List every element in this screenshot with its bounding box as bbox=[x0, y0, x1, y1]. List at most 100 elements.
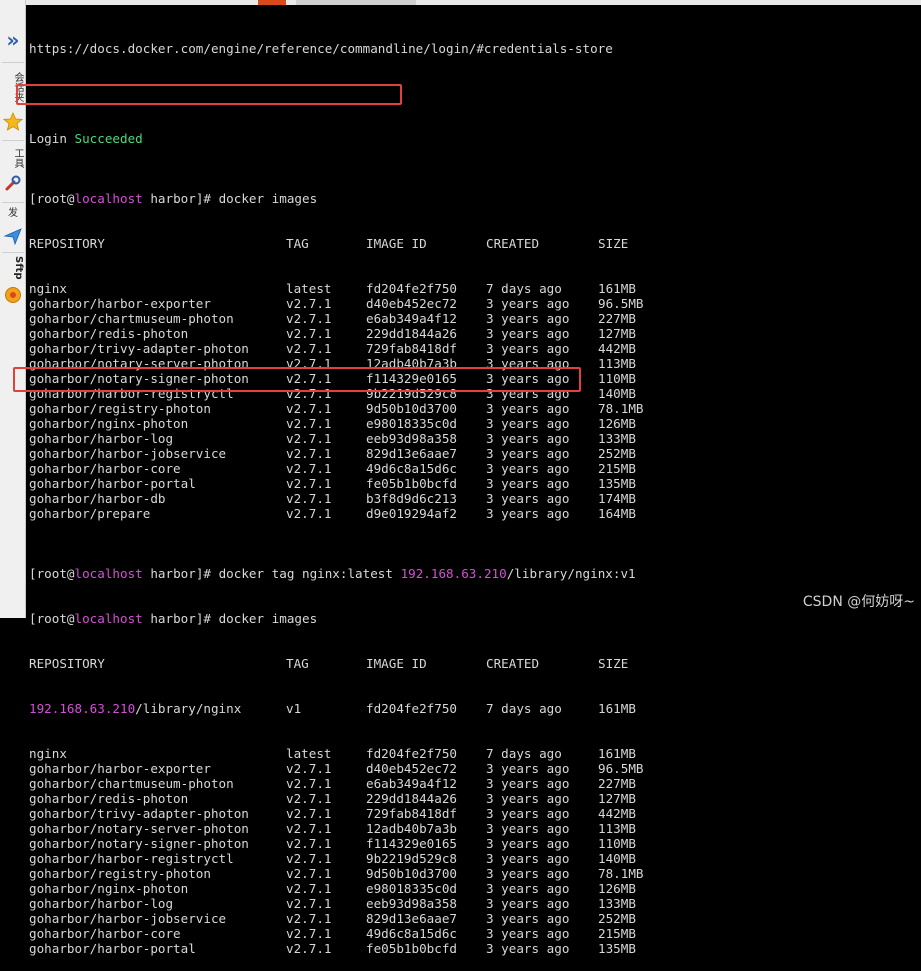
star-icon[interactable] bbox=[2, 111, 24, 134]
sftp-icon[interactable] bbox=[3, 286, 23, 306]
cell-size: 113MB bbox=[598, 356, 636, 371]
cell-size: 110MB bbox=[598, 836, 636, 851]
cell-image-id: f114329e0165 bbox=[366, 836, 457, 851]
table-row: goharbor/harbor-core v2.7.1 49d6c8a15d6c 3 … bbox=[29, 461, 915, 476]
cell-image-id: b3f8d9d6c213 bbox=[366, 491, 457, 506]
header-created: CREATED bbox=[486, 236, 540, 251]
cell-size: 127MB bbox=[598, 326, 636, 341]
table-row: goharbor/chartmuseum-photon v2.7.1 e6ab349… bbox=[29, 311, 915, 326]
prompt-close: harbor]# bbox=[142, 611, 219, 626]
cell-image-id: 49d6c8a15d6c bbox=[366, 461, 457, 476]
prompt-host: localhost bbox=[74, 191, 143, 206]
cell-size: 113MB bbox=[598, 821, 636, 836]
terminal-output[interactable]: https://docs.docker.com/engine/reference… bbox=[29, 11, 915, 971]
table-row: goharbor/harbor-registryctl v2.7.1 9b2219d… bbox=[29, 851, 915, 866]
browser-tab-icon[interactable] bbox=[258, 0, 286, 5]
table-row: goharbor/chartmuseum-photon v2.7.1 e6ab349… bbox=[29, 776, 915, 791]
prompt-host: localhost bbox=[74, 611, 143, 626]
sidebar-tools-label[interactable]: 工具 bbox=[3, 148, 23, 168]
cell-image-id: 9d50b10d3700 bbox=[366, 401, 457, 416]
header-created: CREATED bbox=[486, 656, 540, 671]
send-icon[interactable] bbox=[3, 226, 23, 248]
sidebar-send-label[interactable]: 发 bbox=[3, 208, 23, 219]
table-row: goharbor/harbor-jobservice v2.7.1 829d13e6… bbox=[29, 446, 915, 461]
cell-repository: goharbor/redis-photon bbox=[29, 326, 189, 341]
cell-size: 110MB bbox=[598, 371, 636, 386]
cell-created: 3 years ago bbox=[486, 296, 570, 311]
table-row: goharbor/harbor-jobservice v2.7.1 829d13e6… bbox=[29, 911, 915, 926]
cell-repository: goharbor/harbor-core bbox=[29, 461, 181, 476]
cell-size: 78.1MB bbox=[598, 401, 644, 416]
cell-tag: v2.7.1 bbox=[286, 926, 332, 941]
cell-size: 135MB bbox=[598, 941, 636, 956]
cell-tag: v2.7.1 bbox=[286, 941, 332, 956]
cell-repository: goharbor/harbor-jobservice bbox=[29, 911, 227, 926]
cell-created: 3 years ago bbox=[486, 896, 570, 911]
header-tag: TAG bbox=[286, 236, 309, 251]
table-row: nginx latest fd204fe2f750 7 days ago 161MB bbox=[29, 746, 915, 761]
cell-tag: v2.7.1 bbox=[286, 881, 332, 896]
cell-tag: v2.7.1 bbox=[286, 761, 332, 776]
cell-repository: goharbor/trivy-adapter-photon bbox=[29, 341, 249, 356]
browser-tab[interactable] bbox=[296, 0, 416, 5]
cell-image-id: 729fab8418df bbox=[366, 806, 457, 821]
header-repository: REPOSITORY bbox=[29, 656, 105, 671]
tagged-created: 7 days ago bbox=[486, 701, 562, 716]
expand-chevron-icon[interactable]: » bbox=[3, 30, 23, 50]
cell-size: 126MB bbox=[598, 416, 636, 431]
header-repository: REPOSITORY bbox=[29, 236, 105, 251]
cell-created: 3 years ago bbox=[486, 416, 570, 431]
cell-repository: goharbor/harbor-log bbox=[29, 896, 174, 911]
table-row: goharbor/nginx-photon v2.7.1 e98018335c0d 3… bbox=[29, 881, 915, 896]
cell-repository: nginx bbox=[29, 746, 67, 761]
cell-size: 227MB bbox=[598, 776, 636, 791]
command-ip: 192.168.63.210 bbox=[400, 566, 507, 581]
cell-tag: v2.7.1 bbox=[286, 296, 332, 311]
cell-created: 3 years ago bbox=[486, 461, 570, 476]
cell-image-id: 9b2219d529c8 bbox=[366, 851, 457, 866]
cell-created: 3 years ago bbox=[486, 776, 570, 791]
cell-tag: v2.7.1 bbox=[286, 461, 332, 476]
cell-image-id: e98018335c0d bbox=[366, 881, 457, 896]
table-row: goharbor/registry-photon v2.7.1 9d50b10d37… bbox=[29, 401, 915, 416]
table-row: goharbor/harbor-portal v2.7.1 fe05b1b0bcfd… bbox=[29, 476, 915, 491]
cell-created: 3 years ago bbox=[486, 431, 570, 446]
cell-repository: goharbor/redis-photon bbox=[29, 791, 189, 806]
cell-size: 252MB bbox=[598, 446, 636, 461]
cell-created: 3 years ago bbox=[486, 926, 570, 941]
cell-tag: v2.7.1 bbox=[286, 341, 332, 356]
cell-created: 3 years ago bbox=[486, 821, 570, 836]
cell-size: 127MB bbox=[598, 791, 636, 806]
cell-repository: goharbor/trivy-adapter-photon bbox=[29, 806, 249, 821]
cell-repository: goharbor/chartmuseum-photon bbox=[29, 311, 234, 326]
table-row: goharbor/harbor-exporter v2.7.1 d40eb452ec… bbox=[29, 296, 915, 311]
table-header: REPOSITORY TAG IMAGE ID CREATED SIZE bbox=[29, 656, 915, 671]
cell-tag: v2.7.1 bbox=[286, 491, 332, 506]
header-image-id: IMAGE ID bbox=[366, 236, 427, 251]
cell-created: 3 years ago bbox=[486, 476, 570, 491]
cell-image-id: d40eb452ec72 bbox=[366, 761, 457, 776]
tagged-repo-path: /library/nginx bbox=[135, 701, 242, 716]
cell-repository: nginx bbox=[29, 281, 67, 296]
command-text: docker tag nginx:latest bbox=[218, 566, 401, 581]
prompt-close: harbor]# bbox=[142, 566, 219, 581]
cell-tag: v2.7.1 bbox=[286, 806, 332, 821]
cell-image-id: eeb93d98a358 bbox=[366, 896, 457, 911]
cell-size: 215MB bbox=[598, 461, 636, 476]
cell-repository: goharbor/harbor-exporter bbox=[29, 296, 211, 311]
cell-image-id: fd204fe2f750 bbox=[366, 281, 457, 296]
cell-repository: goharbor/harbor-portal bbox=[29, 476, 196, 491]
cell-size: 174MB bbox=[598, 491, 636, 506]
tools-icon[interactable] bbox=[3, 174, 23, 196]
cell-repository: goharbor/chartmuseum-photon bbox=[29, 776, 234, 791]
cell-image-id: 12adb40b7a3b bbox=[366, 821, 457, 836]
sidebar-sftp-label[interactable]: Sftp bbox=[3, 256, 24, 280]
login-status: Succeeded bbox=[74, 131, 143, 146]
cell-created: 7 days ago bbox=[486, 281, 562, 296]
cell-size: 140MB bbox=[598, 386, 636, 401]
cell-created: 3 years ago bbox=[486, 806, 570, 821]
prompt-line: [root@localhost harbor]# docker tag ngin… bbox=[29, 566, 915, 581]
cell-tag: v2.7.1 bbox=[286, 821, 332, 836]
cell-tag: v2.7.1 bbox=[286, 401, 332, 416]
cell-image-id: 829d13e6aae7 bbox=[366, 446, 457, 461]
